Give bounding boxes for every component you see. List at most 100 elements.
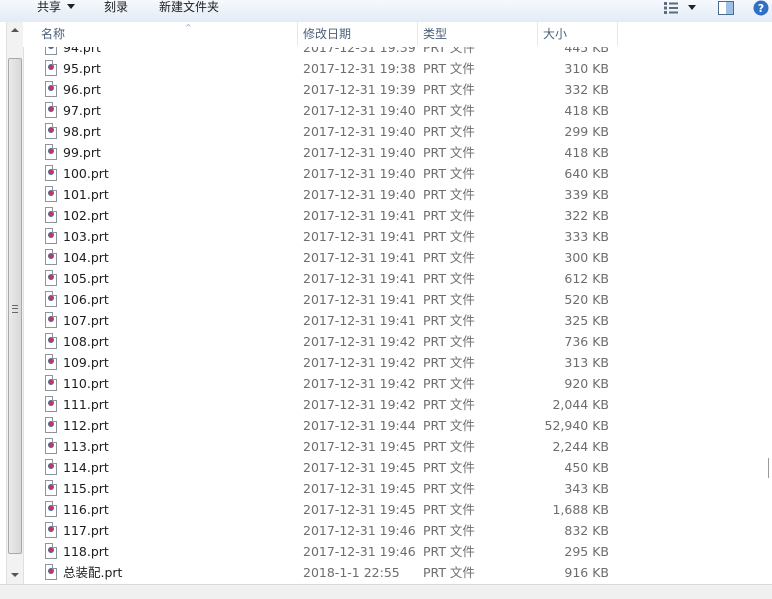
file-row[interactable]: 总装配.prt 2018-1-1 22:55 PRT 文件 916 KB [23, 562, 772, 583]
file-row[interactable]: 95.prt 2017-12-31 19:38 PRT 文件 310 KB [23, 58, 772, 79]
file-row[interactable]: 118.prt 2017-12-31 19:46 PRT 文件 295 KB [23, 541, 772, 562]
file-row[interactable]: 103.prt 2017-12-31 19:41 PRT 文件 333 KB [23, 226, 772, 247]
column-header-type[interactable]: 类型 [417, 22, 537, 46]
file-row[interactable]: 112.prt 2017-12-31 19:44 PRT 文件 52,940 KB [23, 415, 772, 436]
file-name: 105.prt [63, 271, 109, 286]
file-row[interactable]: 94.prt 2017-12-31 19:39 PRT 文件 445 KB [23, 47, 772, 58]
file-row[interactable]: 117.prt 2017-12-31 19:46 PRT 文件 832 KB [23, 520, 772, 541]
file-name: 99.prt [63, 145, 101, 160]
file-row[interactable]: 101.prt 2017-12-31 19:40 PRT 文件 339 KB [23, 184, 772, 205]
file-row[interactable]: 105.prt 2017-12-31 19:41 PRT 文件 612 KB [23, 268, 772, 289]
vertical-scrollbar[interactable] [6, 22, 24, 584]
file-name: 104.prt [63, 250, 109, 265]
file-row[interactable]: 98.prt 2017-12-31 19:40 PRT 文件 299 KB [23, 121, 772, 142]
file-row[interactable]: 102.prt 2017-12-31 19:41 PRT 文件 322 KB [23, 205, 772, 226]
prt-file-icon [45, 102, 57, 118]
file-type: PRT 文件 [423, 229, 475, 244]
share-menu-button[interactable]: 共享 [37, 0, 76, 16]
prt-file-icon [45, 354, 57, 370]
command-bar: 共享 刻录 新建文件夹 ? [0, 0, 772, 23]
file-row[interactable]: 106.prt 2017-12-31 19:41 PRT 文件 520 KB [23, 289, 772, 310]
file-date: 2017-12-31 19:41 [303, 292, 416, 307]
file-date: 2017-12-31 19:45 [303, 502, 416, 517]
svg-text:?: ? [758, 2, 764, 15]
file-date: 2017-12-31 19:45 [303, 460, 416, 475]
file-row[interactable]: 96.prt 2017-12-31 19:39 PRT 文件 332 KB [23, 79, 772, 100]
file-type: PRT 文件 [423, 565, 475, 580]
file-size: 920 KB [564, 376, 609, 391]
file-row[interactable]: 108.prt 2017-12-31 19:42 PRT 文件 736 KB [23, 331, 772, 352]
file-name: 108.prt [63, 334, 109, 349]
file-name: 95.prt [63, 61, 101, 76]
window-edge [768, 458, 772, 478]
file-row[interactable]: 113.prt 2017-12-31 19:45 PRT 文件 2,244 KB [23, 436, 772, 457]
prt-file-icon [45, 270, 57, 286]
preview-pane-icon [718, 1, 734, 15]
file-type: PRT 文件 [423, 292, 475, 307]
file-date: 2017-12-31 19:42 [303, 376, 416, 391]
grip-icon [12, 305, 18, 313]
file-size: 325 KB [564, 313, 609, 328]
file-row[interactable]: 109.prt 2017-12-31 19:42 PRT 文件 313 KB [23, 352, 772, 373]
file-name: 96.prt [63, 82, 101, 97]
prt-file-icon [45, 123, 57, 139]
file-name: 94.prt [63, 47, 101, 55]
file-row[interactable]: 111.prt 2017-12-31 19:42 PRT 文件 2,044 KB [23, 394, 772, 415]
file-name: 110.prt [63, 376, 109, 391]
file-type: PRT 文件 [423, 103, 475, 118]
prt-file-icon [45, 47, 57, 55]
file-row[interactable]: 107.prt 2017-12-31 19:41 PRT 文件 325 KB [23, 310, 772, 331]
file-row[interactable]: 99.prt 2017-12-31 19:40 PRT 文件 418 KB [23, 142, 772, 163]
file-name: 103.prt [63, 229, 109, 244]
prt-file-icon [45, 480, 57, 496]
file-row[interactable]: 115.prt 2017-12-31 19:45 PRT 文件 343 KB [23, 478, 772, 499]
file-name: 102.prt [63, 208, 109, 223]
file-type: PRT 文件 [423, 313, 475, 328]
prt-file-icon [45, 564, 57, 580]
file-date: 2017-12-31 19:42 [303, 334, 416, 349]
file-size: 332 KB [564, 82, 609, 97]
file-row[interactable]: 114.prt 2017-12-31 19:45 PRT 文件 450 KB [23, 457, 772, 478]
file-size: 343 KB [564, 481, 609, 496]
help-button[interactable]: ? [752, 0, 772, 16]
file-type: PRT 文件 [423, 523, 475, 538]
column-header-name[interactable]: 名称 [35, 22, 297, 46]
scroll-thumb[interactable] [8, 58, 22, 554]
file-size: 313 KB [564, 355, 609, 370]
new-folder-button[interactable]: 新建文件夹 [159, 0, 219, 16]
preview-pane-button[interactable] [717, 0, 737, 16]
prt-file-icon [45, 459, 57, 475]
file-date: 2017-12-31 19:39 [303, 82, 416, 97]
file-date: 2017-12-31 19:39 [303, 47, 416, 55]
column-header: ^ 名称 修改日期 类型 大小 [23, 22, 772, 47]
file-size: 333 KB [564, 229, 609, 244]
file-row[interactable]: 97.prt 2017-12-31 19:40 PRT 文件 418 KB [23, 100, 772, 121]
file-size: 310 KB [564, 61, 609, 76]
file-type: PRT 文件 [423, 166, 475, 181]
scroll-up-arrow-icon[interactable] [11, 28, 19, 32]
file-row[interactable]: 104.prt 2017-12-31 19:41 PRT 文件 300 KB [23, 247, 772, 268]
file-size: 339 KB [564, 187, 609, 202]
prt-file-icon [45, 375, 57, 391]
file-date: 2017-12-31 19:45 [303, 439, 416, 454]
file-date: 2017-12-31 19:40 [303, 124, 416, 139]
view-options-button[interactable] [662, 0, 702, 16]
file-date: 2017-12-31 19:44 [303, 418, 416, 433]
column-header-size[interactable]: 大小 [537, 22, 617, 46]
file-date: 2017-12-31 19:42 [303, 397, 416, 412]
column-divider[interactable] [617, 22, 618, 46]
file-size: 832 KB [564, 523, 609, 538]
file-row[interactable]: 110.prt 2017-12-31 19:42 PRT 文件 920 KB [23, 373, 772, 394]
scroll-down-arrow-icon[interactable] [11, 573, 19, 577]
column-name-label: 名称 [41, 27, 66, 41]
file-list: 94.prt 2017-12-31 19:39 PRT 文件 445 KB 95… [23, 47, 772, 584]
burn-button[interactable]: 刻录 [104, 0, 128, 16]
file-type: PRT 文件 [423, 397, 475, 412]
file-name: 109.prt [63, 355, 109, 370]
file-row[interactable]: 116.prt 2017-12-31 19:45 PRT 文件 1,688 KB [23, 499, 772, 520]
column-header-date[interactable]: 修改日期 [297, 22, 417, 46]
file-name: 97.prt [63, 103, 101, 118]
file-row[interactable]: 100.prt 2017-12-31 19:40 PRT 文件 640 KB [23, 163, 772, 184]
file-date: 2017-12-31 19:45 [303, 481, 416, 496]
file-type: PRT 文件 [423, 47, 475, 55]
